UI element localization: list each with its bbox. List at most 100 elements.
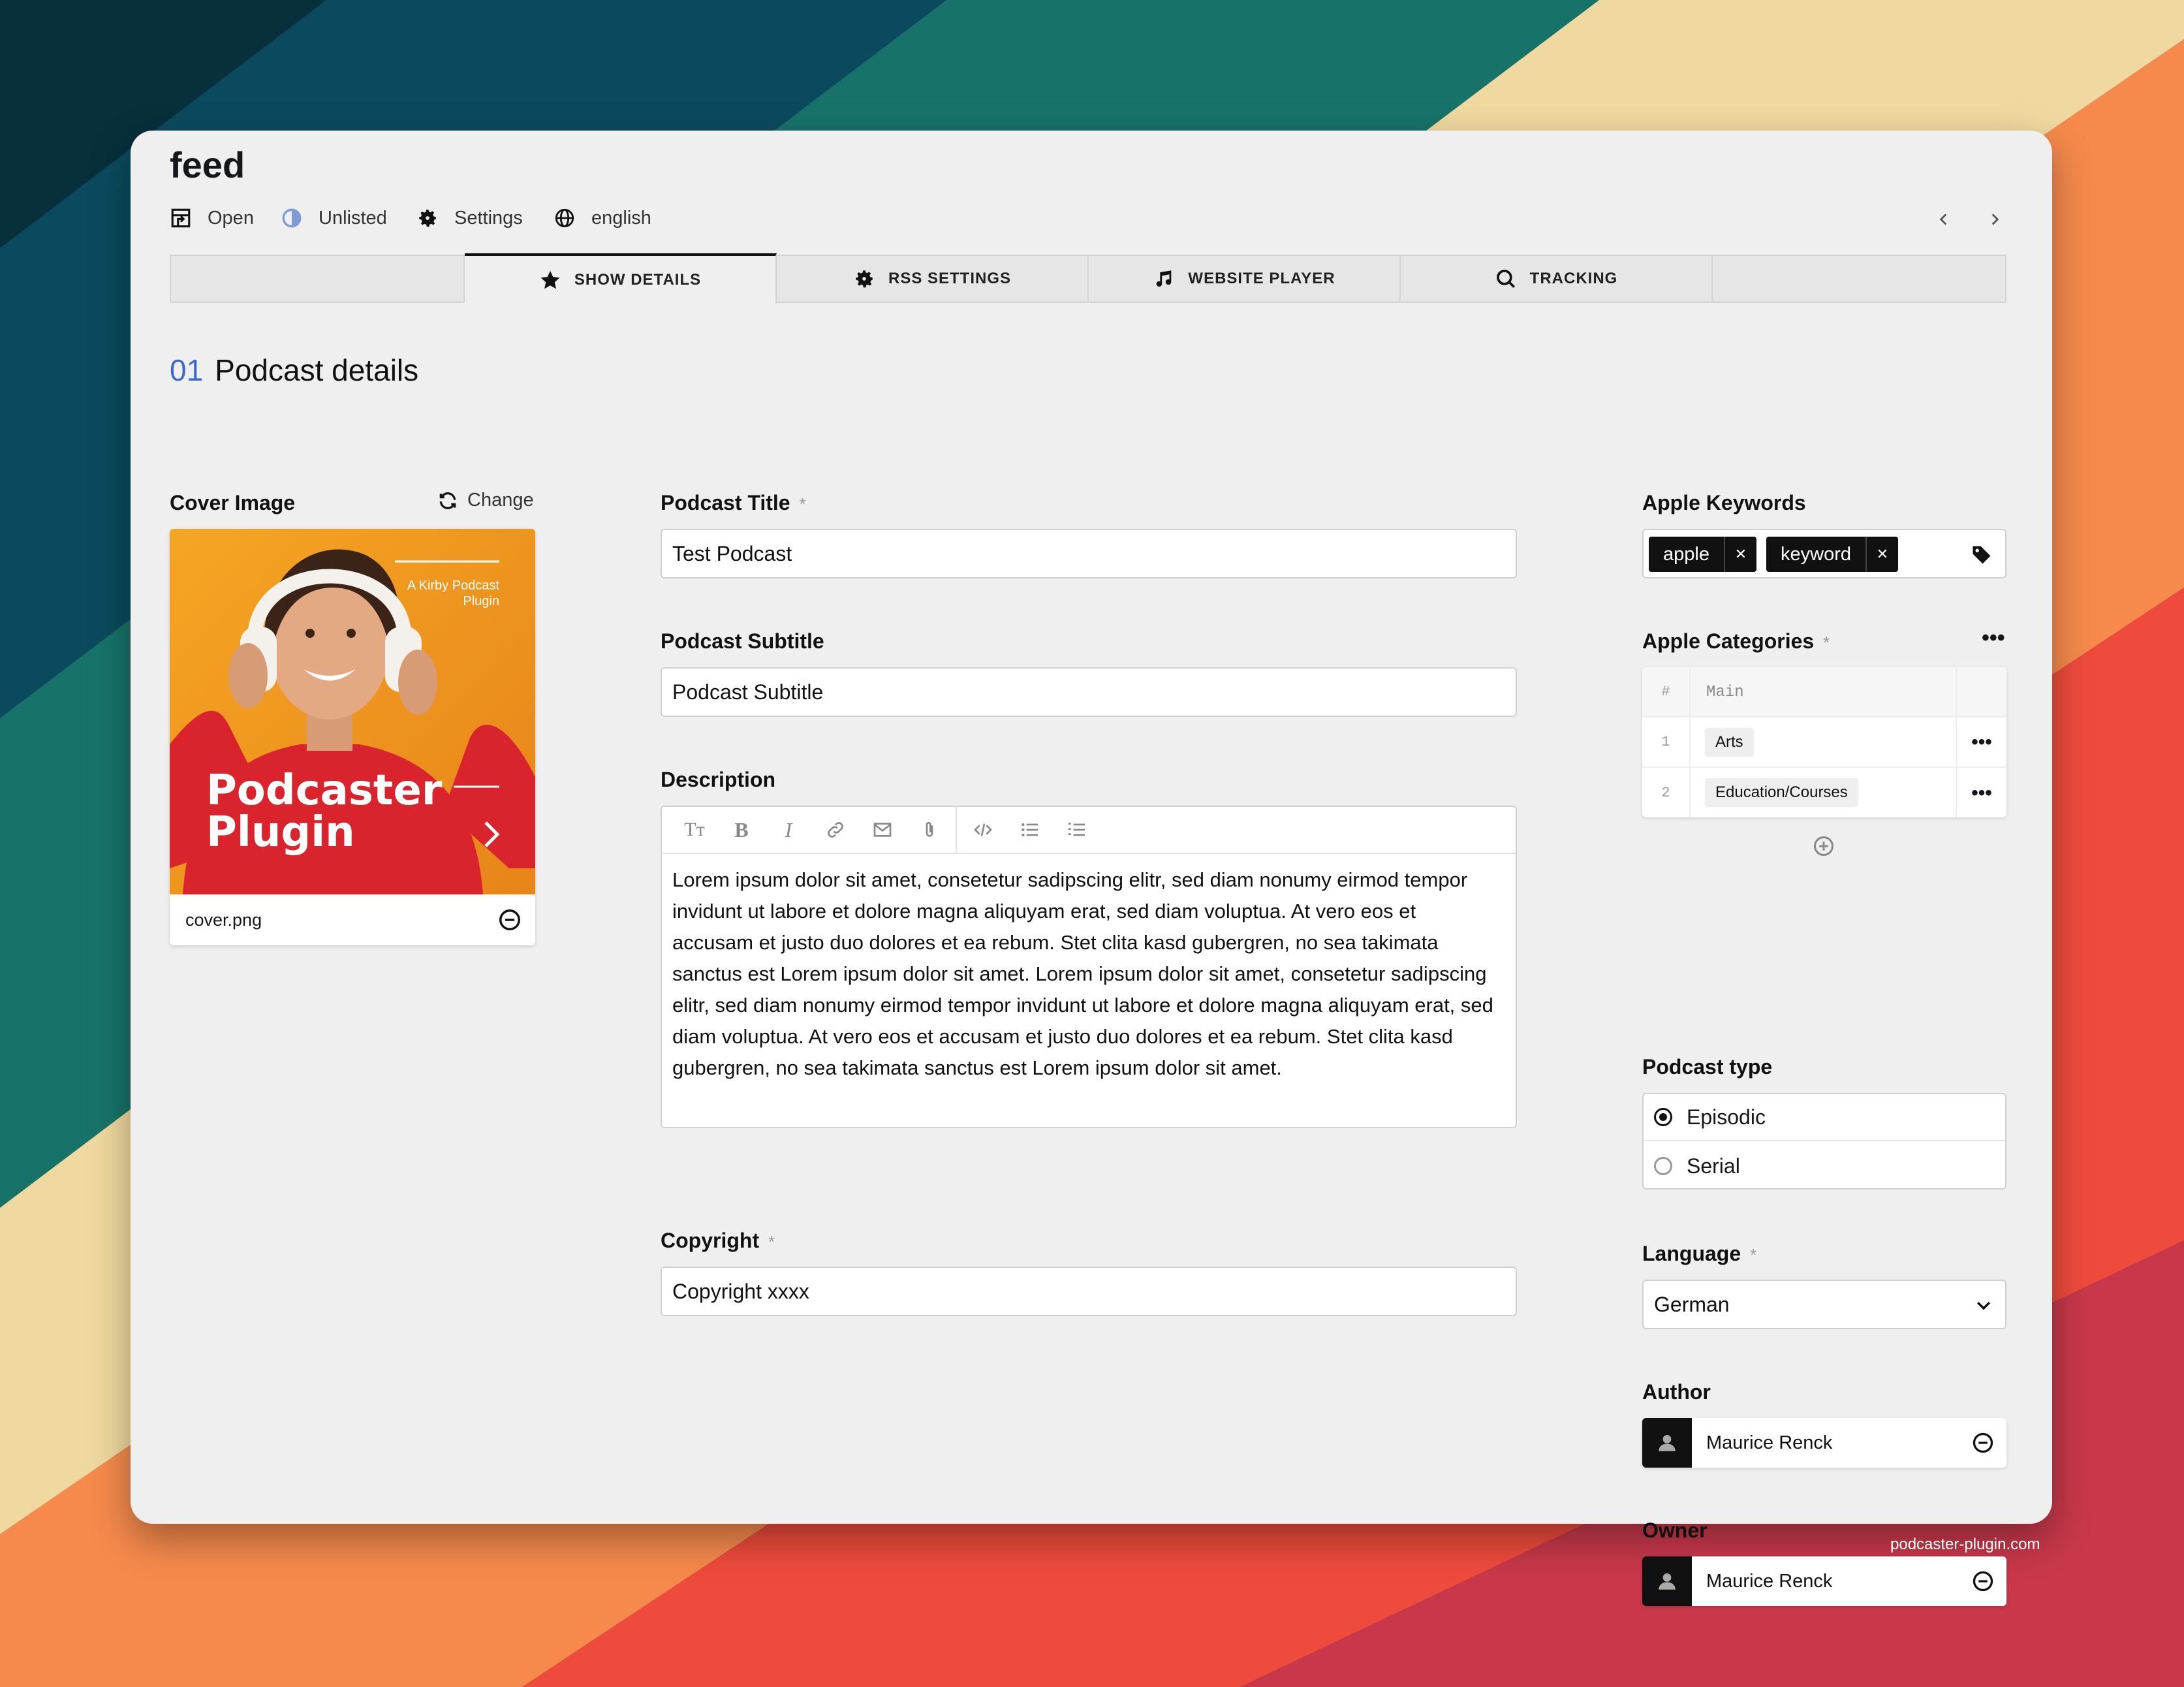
status-label: Unlisted	[319, 207, 387, 229]
radio-option-serial[interactable]: Serial	[1644, 1143, 2005, 1190]
bullet-list-button[interactable]	[1006, 806, 1053, 853]
categories-options-button[interactable]: •••	[1982, 625, 2005, 651]
tab-show-details[interactable]: SHOW DETAILS	[465, 253, 777, 304]
radio-button-unchecked	[1654, 1157, 1672, 1175]
remove-owner-button[interactable]	[1971, 1569, 1995, 1593]
bold-icon: B	[734, 817, 749, 842]
remove-tag-button[interactable]: ✕	[1865, 537, 1898, 572]
row-index: 1	[1642, 717, 1691, 766]
link-button[interactable]	[812, 806, 859, 853]
apple-categories-label: Apple Categories *	[1642, 629, 1830, 654]
keywords-input[interactable]: apple ✕ keyword ✕	[1642, 529, 2006, 578]
tag-icon	[1970, 543, 1993, 572]
owner-card[interactable]: Maurice Renck	[1642, 1556, 2006, 1606]
cover-tagline-2: Plugin	[463, 594, 499, 608]
row-index: 2	[1642, 768, 1691, 817]
link-icon	[828, 822, 843, 838]
unlisted-icon	[282, 208, 302, 228]
language-label: english	[591, 207, 651, 229]
owner-label: Owner	[1642, 1519, 1708, 1542]
remove-icon	[1973, 1432, 1993, 1453]
required-marker: *	[1823, 633, 1830, 652]
category-value: Education/Courses	[1705, 778, 1858, 807]
keyword-tag: keyword ✕	[1766, 537, 1898, 572]
copyright-input[interactable]: Copyright xxxx	[661, 1267, 1517, 1316]
cover-title-1: Podcaster	[206, 766, 443, 815]
tab-label: TRACKING	[1529, 270, 1618, 287]
chevron-right-icon	[1991, 213, 1999, 225]
remove-icon	[1973, 1571, 1993, 1592]
cover-image: A Kirby Podcast Plugin Podcaster Plugin	[170, 529, 535, 894]
language-button[interactable]: english	[554, 207, 651, 229]
cover-card[interactable]: A Kirby Podcast Plugin Podcaster Plugin …	[170, 529, 535, 945]
categories-table: # Main 1 Arts ••• 2 Education/Courses ••…	[1642, 667, 2006, 817]
section-number: 01	[170, 353, 204, 387]
add-category-button[interactable]	[1812, 834, 1835, 861]
tab-website-player[interactable]: WEBSITE PLAYER	[1089, 256, 1401, 302]
required-marker: *	[799, 494, 806, 514]
change-cover-button[interactable]: Change	[437, 490, 534, 511]
row-options-button[interactable]: •••	[1956, 768, 2006, 817]
headings-button[interactable]: Tт	[671, 806, 718, 853]
bold-button[interactable]: B	[718, 806, 765, 853]
author-label: Author	[1642, 1380, 1711, 1404]
remove-author-button[interactable]	[1971, 1431, 1995, 1455]
header-spacer	[1956, 667, 2006, 716]
radio-option-episodic[interactable]: Episodic	[1644, 1094, 2005, 1141]
table-row[interactable]: 1 Arts •••	[1642, 717, 2006, 768]
tab-label: RSS SETTINGS	[888, 270, 1012, 287]
page-title: feed	[170, 144, 245, 185]
podcast-subtitle-input[interactable]: Podcast Subtitle	[661, 667, 1517, 717]
globe-icon	[555, 208, 574, 228]
description-editor[interactable]: Tт B I Lorem ipsum dolor sit amet, conse…	[661, 806, 1517, 1128]
index-header: #	[1642, 667, 1691, 716]
tab-tracking[interactable]: TRACKING	[1401, 256, 1713, 302]
remove-tag-button[interactable]: ✕	[1723, 537, 1756, 572]
avatar	[1642, 1418, 1692, 1468]
tab-label: WEBSITE PLAYER	[1188, 270, 1335, 287]
open-icon	[171, 208, 191, 228]
podcast-title-input[interactable]: Test Podcast	[661, 529, 1517, 578]
table-row[interactable]: 2 Education/Courses •••	[1642, 768, 2006, 817]
podcast-title-label-text: Podcast Title	[661, 491, 790, 514]
description-text: Lorem ipsum dolor sit amet, consetetur s…	[672, 868, 1493, 1079]
footer-url: podcaster-plugin.com	[1890, 1536, 2040, 1553]
open-button[interactable]: Open	[170, 207, 254, 229]
toolbar-divider	[956, 806, 957, 853]
table-header-row: # Main	[1642, 667, 2006, 717]
headings-icon: Tт	[684, 819, 705, 840]
status-button[interactable]: Unlisted	[281, 207, 387, 229]
required-marker: *	[1750, 1245, 1757, 1265]
search-icon	[1496, 270, 1515, 289]
required-marker: *	[768, 1232, 775, 1252]
prev-page-button[interactable]	[1931, 206, 1957, 232]
avatar	[1642, 1556, 1692, 1606]
ordered-list-icon	[1068, 823, 1085, 836]
code-button[interactable]	[959, 806, 1006, 853]
italic-button[interactable]: I	[765, 806, 812, 853]
remove-icon	[499, 909, 520, 930]
code-icon	[974, 823, 992, 836]
language-select[interactable]: German	[1642, 1280, 2006, 1329]
user-icon	[1659, 1434, 1676, 1451]
next-page-button[interactable]	[1982, 206, 2008, 232]
email-button[interactable]	[859, 806, 906, 853]
tab-spacer	[171, 256, 465, 302]
chevron-left-icon	[1939, 213, 1947, 225]
music-note-icon	[1157, 270, 1172, 287]
tab-rss-settings[interactable]: RSS SETTINGS	[777, 256, 1089, 302]
section-heading: Podcast details	[215, 353, 419, 387]
row-options-button[interactable]: •••	[1956, 717, 2006, 766]
apple-keywords-label: Apple Keywords	[1642, 491, 1806, 514]
ordered-list-button[interactable]	[1053, 806, 1100, 853]
radio-label: Episodic	[1687, 1105, 1766, 1129]
author-card[interactable]: Maurice Renck	[1642, 1418, 2006, 1468]
settings-button[interactable]: Settings	[416, 207, 523, 229]
chevron-down-icon	[1977, 1302, 1990, 1310]
open-label: Open	[208, 207, 254, 229]
cover-artwork: A Kirby Podcast Plugin Podcaster Plugin	[170, 549, 535, 894]
radio-label: Serial	[1687, 1154, 1740, 1178]
attachment-button[interactable]	[906, 806, 953, 853]
main-column-header: Main	[1706, 684, 1744, 701]
remove-cover-button[interactable]	[497, 907, 522, 932]
